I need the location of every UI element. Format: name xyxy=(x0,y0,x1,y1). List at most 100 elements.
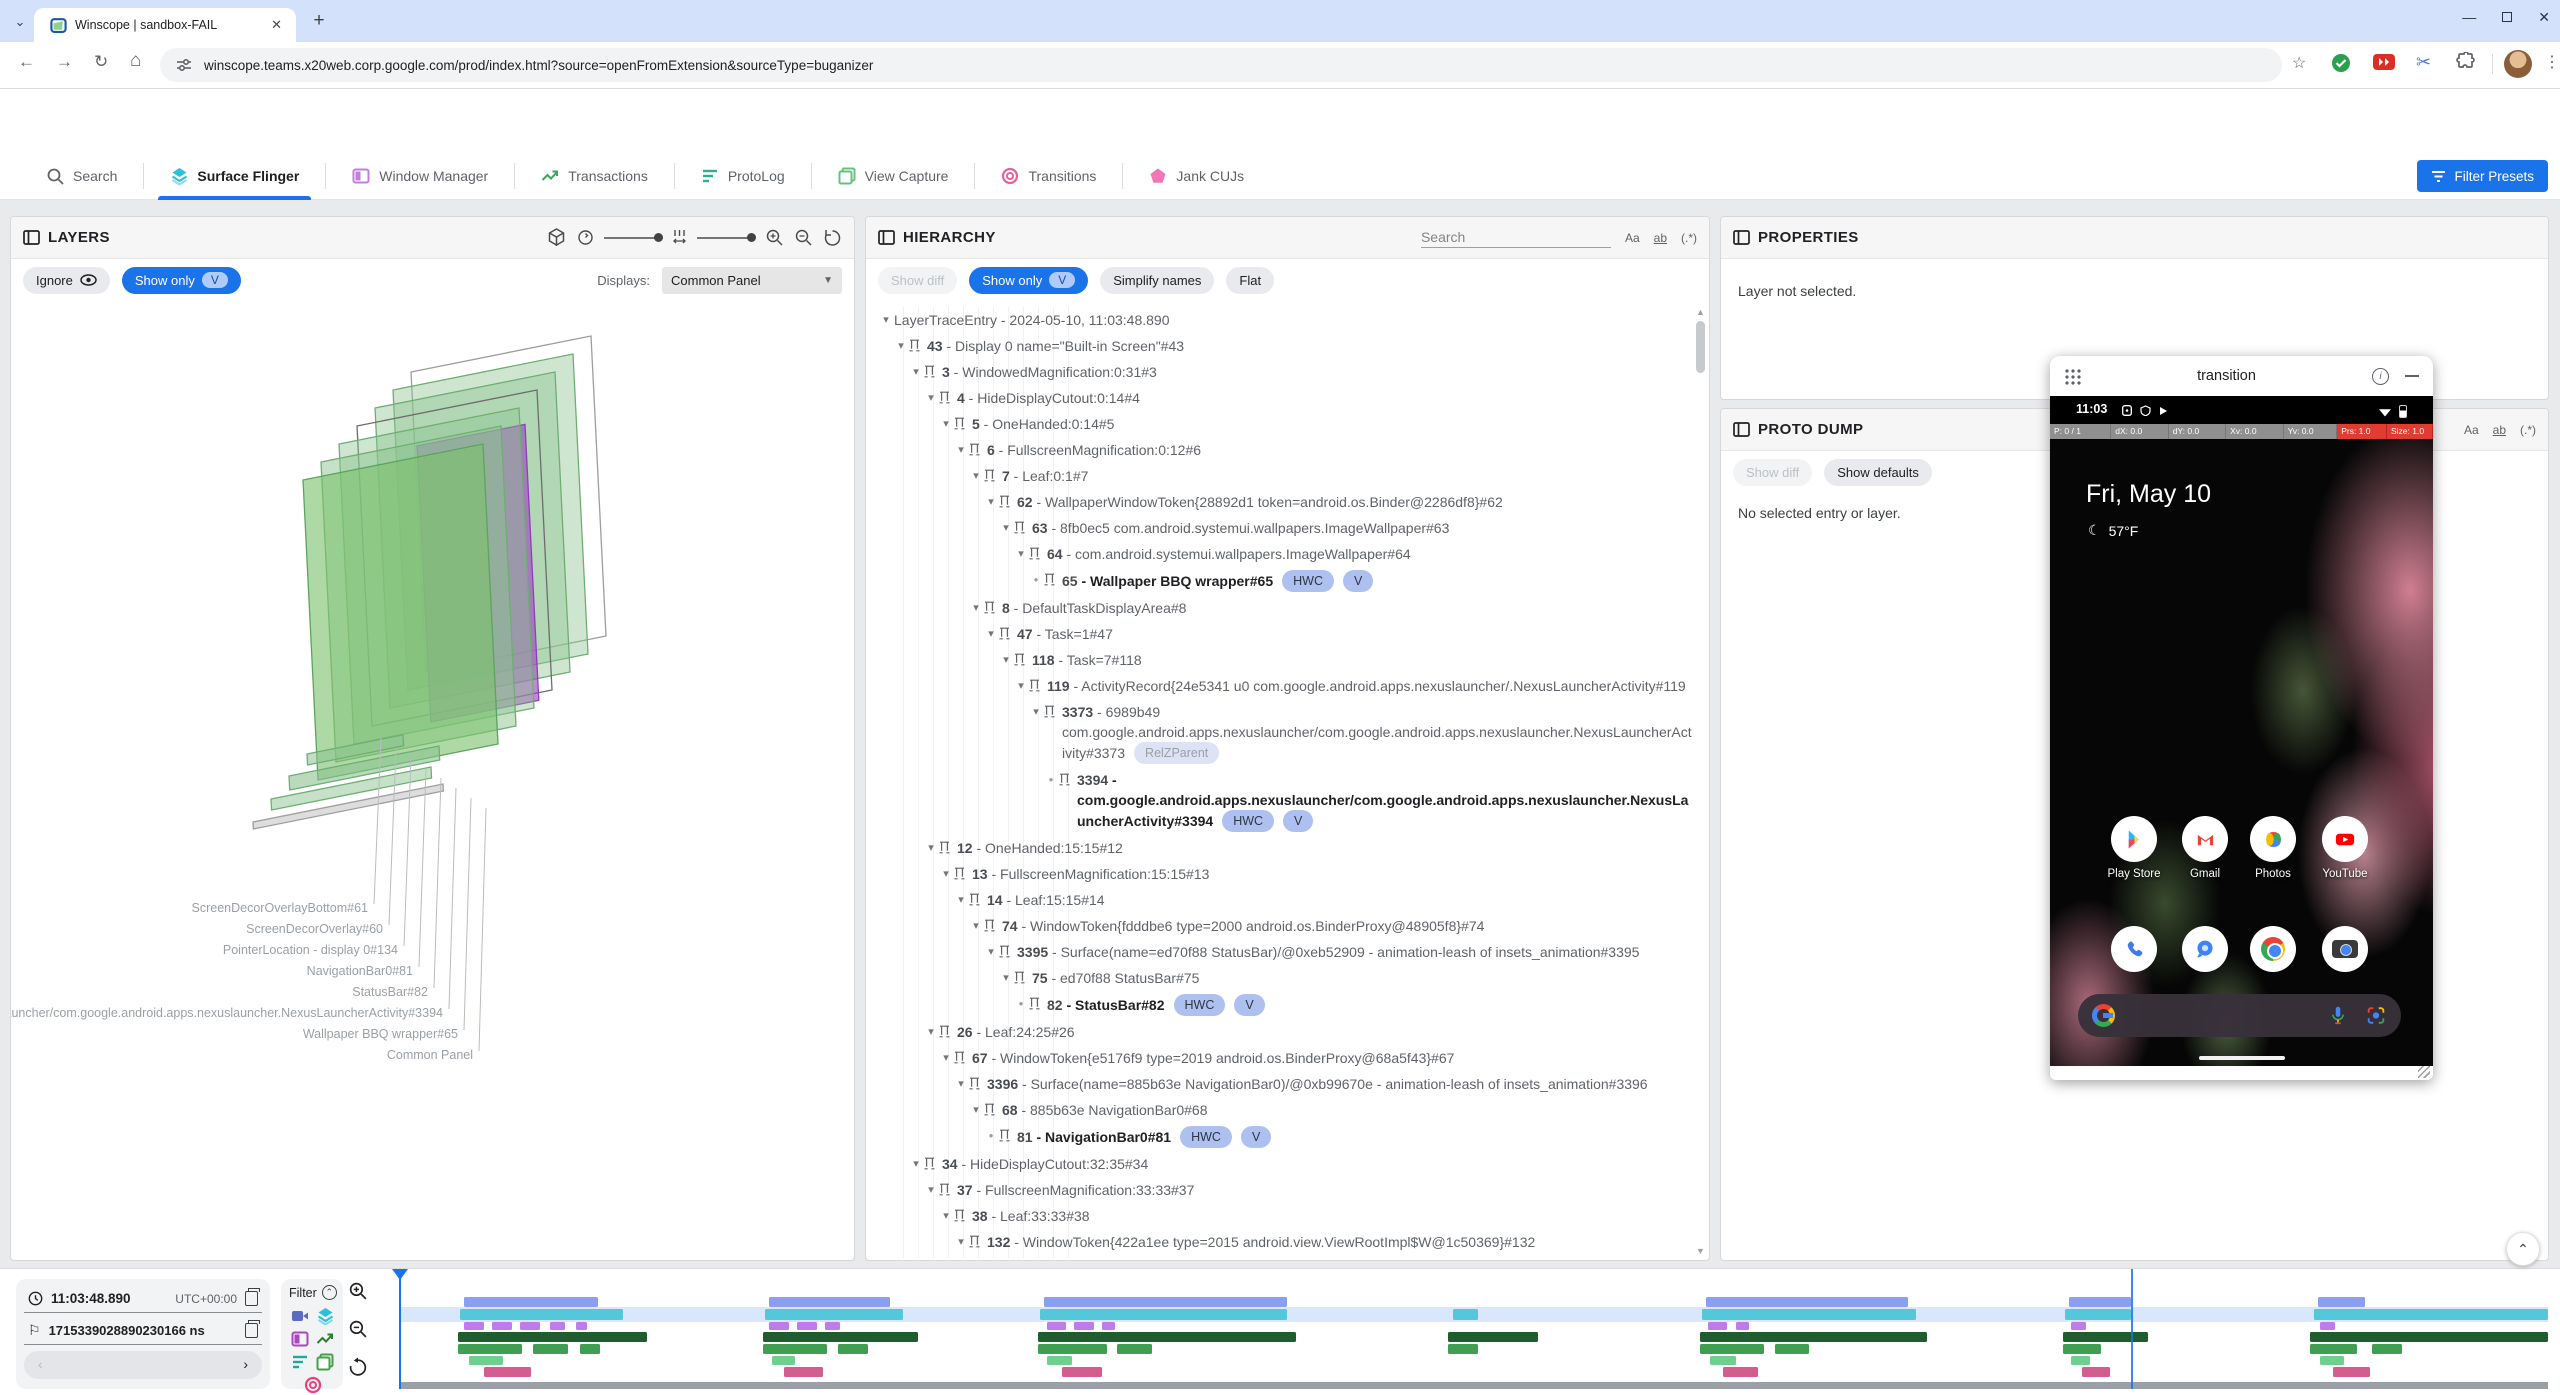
rotation-icon[interactable] xyxy=(577,229,594,246)
collapse-arrow-icon[interactable]: ▾ xyxy=(983,942,999,962)
show-only-v-button[interactable]: Show only V xyxy=(122,267,241,294)
window-close-icon[interactable]: ✕ xyxy=(2538,9,2550,26)
hierarchy-node[interactable]: ▾38 - Leaf:33:33#38 xyxy=(874,1203,1693,1229)
trace-segment[interactable] xyxy=(1706,1297,1908,1307)
google-search-bar[interactable] xyxy=(2078,994,2401,1037)
collapse-arrow-icon[interactable]: ▾ xyxy=(953,1074,969,1094)
trace-segment[interactable] xyxy=(769,1297,889,1307)
timeline-zoom-in-icon[interactable] xyxy=(348,1281,372,1319)
camera-app[interactable] xyxy=(2315,926,2375,972)
view-capture-filter-icon[interactable] xyxy=(316,1353,333,1370)
timeline-tracks[interactable] xyxy=(400,1269,2548,1393)
home-icon[interactable]: ⌂ xyxy=(130,50,141,72)
protolog-filter-icon[interactable] xyxy=(291,1353,308,1370)
profile-avatar[interactable] xyxy=(2504,50,2532,78)
simplify-names-button[interactable]: Simplify names xyxy=(1100,267,1214,294)
scroll-to-top-button[interactable]: ⌃ xyxy=(2506,1232,2540,1266)
phone-app[interactable] xyxy=(2104,926,2164,972)
trace-segment[interactable] xyxy=(1062,1367,1103,1377)
match-case-icon[interactable]: Aa xyxy=(1625,231,1640,245)
hierarchy-node[interactable]: ▾6 - FullscreenMagnification:0:12#6 xyxy=(874,437,1693,463)
messages-icon[interactable] xyxy=(2182,926,2228,972)
rotation-slider[interactable] xyxy=(604,237,662,239)
phone-icon[interactable] xyxy=(2111,926,2157,972)
url-bar[interactable]: winscope.teams.x20web.corp.google.com/pr… xyxy=(160,48,2282,82)
trace-segment[interactable] xyxy=(460,1309,623,1320)
hierarchy-node[interactable]: ▾3 - WindowedMagnification:0:31#3 xyxy=(874,359,1693,385)
hierarchy-node[interactable]: ▾74 - WindowToken{fdddbe6 type=2000 andr… xyxy=(874,913,1693,939)
collapse-arrow-icon[interactable]: ▾ xyxy=(923,838,939,858)
info-icon[interactable]: i xyxy=(2372,368,2389,385)
hierarchy-node[interactable]: ▾3373 - 6989b49 com.google.android.apps.… xyxy=(874,699,1693,767)
tab-transactions[interactable]: Transactions xyxy=(531,152,658,200)
reload-icon[interactable]: ↻ xyxy=(94,52,108,72)
hierarchy-search-input[interactable] xyxy=(1421,227,1611,248)
trace-segment[interactable] xyxy=(1102,1322,1115,1330)
window-maximize-icon[interactable] xyxy=(2502,12,2512,22)
tab-close-icon[interactable]: ✕ xyxy=(267,17,286,33)
hierarchy-node[interactable]: ▾34 - HideDisplayCutout:32:35#34 xyxy=(874,1151,1693,1177)
new-tab-button[interactable]: + xyxy=(306,10,332,32)
hierarchy-node[interactable]: ▾62 - WallpaperWindowToken{28892d1 token… xyxy=(874,489,1693,515)
browser-menu-icon[interactable]: ⋮ xyxy=(2544,52,2560,72)
playstore-icon[interactable] xyxy=(2111,816,2157,862)
window-manager-filter-icon[interactable] xyxy=(291,1330,308,1347)
tab-transitions[interactable]: Transitions xyxy=(991,152,1106,200)
window-manager-track[interactable] xyxy=(400,1332,2548,1342)
trace-segment[interactable] xyxy=(2333,1367,2370,1377)
site-settings-icon[interactable] xyxy=(176,57,192,73)
trace-segment[interactable] xyxy=(1047,1322,1066,1330)
match-case-icon[interactable]: Aa xyxy=(2464,423,2479,437)
hierarchy-node[interactable]: ▾119 - ActivityRecord{24e5341 u0 com.goo… xyxy=(874,673,1693,699)
surface-flinger-filter-icon[interactable] xyxy=(316,1307,333,1324)
trace-segment[interactable] xyxy=(580,1344,599,1354)
collapse-arrow-icon[interactable]: ▾ xyxy=(998,968,1014,988)
hierarchy-node[interactable]: ▾8 - DefaultTaskDisplayArea#8 xyxy=(874,595,1693,621)
hierarchy-node[interactable]: ▾LayerTraceEntry - 2024-05-10, 11:03:48.… xyxy=(874,307,1693,333)
show-diff-button[interactable]: Show diff xyxy=(1733,459,1812,486)
collapse-arrow-icon[interactable]: ▾ xyxy=(878,310,894,330)
trace-segment[interactable] xyxy=(2318,1297,2365,1307)
collapse-arrow-icon[interactable]: ▾ xyxy=(1028,702,1044,722)
copy-icon[interactable] xyxy=(245,1323,258,1338)
ignore-button[interactable]: Ignore xyxy=(23,267,110,294)
trace-segment[interactable] xyxy=(1448,1332,1538,1342)
resize-handle[interactable] xyxy=(2418,1066,2430,1078)
trace-segment[interactable] xyxy=(1040,1309,1287,1320)
layers-3d-canvas[interactable]: ScreenDecorOverlayBottom#61ScreenDecorOv… xyxy=(11,302,854,1260)
collapse-arrow-icon[interactable]: ▾ xyxy=(938,1206,954,1226)
hierarchy-node[interactable]: ▾133 - e29e69f PointerLocation - display… xyxy=(874,1255,1693,1258)
screen-recording-track[interactable] xyxy=(400,1297,2548,1307)
google-lens-icon[interactable] xyxy=(2365,1004,2387,1027)
trace-segment[interactable] xyxy=(763,1332,918,1342)
bookmark-star-icon[interactable]: ☆ xyxy=(2292,53,2306,73)
trace-segment[interactable] xyxy=(1448,1344,1478,1354)
timeline-marker[interactable] xyxy=(2131,1269,2133,1389)
trace-segment[interactable] xyxy=(2310,1332,2548,1342)
hierarchy-node[interactable]: ▾47 - Task=1#47 xyxy=(874,621,1693,647)
timeline-cursor[interactable] xyxy=(399,1269,401,1389)
trace-segment[interactable] xyxy=(2314,1309,2548,1320)
view-capture-track[interactable] xyxy=(400,1356,2548,1365)
trace-segment[interactable] xyxy=(533,1344,567,1354)
surface-flinger-track[interactable] xyxy=(400,1309,2548,1320)
transactions-track[interactable] xyxy=(400,1322,2548,1330)
transactions-filter-icon[interactable] xyxy=(316,1330,333,1347)
trace-segment[interactable] xyxy=(2063,1332,2149,1342)
collapse-filter-icon[interactable]: ⌃ xyxy=(322,1285,337,1300)
collapse-arrow-icon[interactable]: ▾ xyxy=(998,650,1014,670)
scroll-up-icon[interactable]: ▲ xyxy=(1695,307,1706,317)
collapse-arrow-icon[interactable]: ▾ xyxy=(968,916,984,936)
photos-icon[interactable] xyxy=(2250,816,2296,862)
collapse-arrow-icon[interactable]: ▾ xyxy=(968,466,984,486)
trace-segment[interactable] xyxy=(2082,1367,2110,1377)
tab-window-manager[interactable]: Window Manager xyxy=(342,152,498,200)
transition-screenshot-window[interactable]: transition i 11:03 P: 0 / 1dX: 0.0dY: 0.… xyxy=(2050,356,2433,1080)
collapse-arrow-icon[interactable]: ▾ xyxy=(908,1154,924,1174)
next-frame-icon[interactable]: › xyxy=(243,1356,248,1372)
browser-tab[interactable]: Winscope | sandbox-FAIL ✕ xyxy=(34,8,296,42)
hierarchy-node[interactable]: •3394 - com.google.android.apps.nexuslau… xyxy=(874,767,1693,835)
collapse-arrow-icon[interactable]: ▾ xyxy=(938,1048,954,1068)
trace-segment[interactable] xyxy=(838,1344,868,1354)
trace-segment[interactable] xyxy=(464,1322,483,1330)
